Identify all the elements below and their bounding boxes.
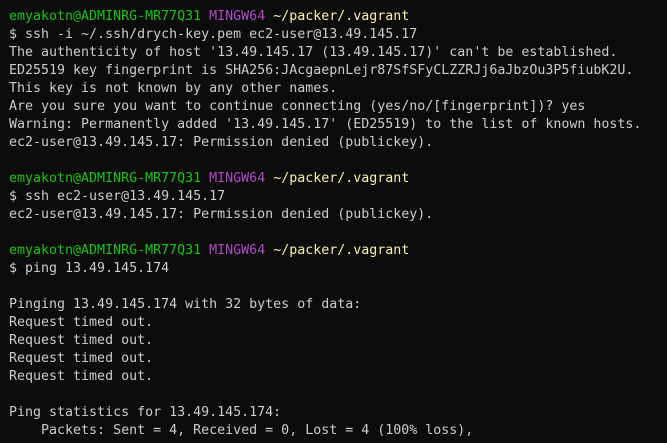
output-line: Request timed out. — [9, 368, 667, 386]
output-line: $ ssh -i ~/.ssh/drych-key.pem ec2-user@1… — [9, 26, 667, 44]
prompt-line: emyakotn@ADMINRG-MR77Q31 MINGW64 ~/packe… — [9, 170, 667, 188]
output-text: Request timed out. — [9, 351, 154, 366]
output-text: ec2-user@13.49.145.17: Permission denied… — [9, 135, 434, 150]
output-text: Are you sure you want to continue connec… — [9, 99, 586, 114]
output-text: Pinging 13.49.145.174 with 32 bytes of d… — [9, 297, 362, 312]
prompt-path: ~/packer/.vagrant — [273, 9, 410, 24]
output-text: Warning: Permanently added '13.49.145.17… — [9, 117, 642, 132]
output-text: Ping statistics for 13.49.145.174: — [9, 405, 282, 420]
output-line: ec2-user@13.49.145.17: Permission denied… — [9, 134, 667, 152]
output-line: Request timed out. — [9, 350, 667, 368]
output-line: Warning: Permanently added '13.49.145.17… — [9, 116, 667, 134]
output-text: Request timed out. — [9, 333, 154, 348]
output-text: ec2-user@13.49.145.17: Permission denied… — [9, 207, 434, 222]
output-text: The authenticity of host '13.49.145.17 (… — [9, 45, 618, 60]
prompt-env: MINGW64 — [209, 171, 266, 186]
prompt-user-host: emyakotn@ADMINRG-MR77Q31 — [9, 171, 202, 186]
output-text: Request timed out. — [9, 315, 154, 330]
output-line: ED25519 key fingerprint is SHA256:JAcgae… — [9, 62, 667, 80]
prompt-path: ~/packer/.vagrant — [273, 243, 410, 258]
output-text: ED25519 key fingerprint is SHA256:JAcgae… — [9, 63, 634, 78]
output-line: Request timed out. — [9, 332, 667, 350]
output-line: Pinging 13.49.145.174 with 32 bytes of d… — [9, 296, 667, 314]
output-line: Are you sure you want to continue connec… — [9, 98, 667, 116]
prompt-user-host: emyakotn@ADMINRG-MR77Q31 — [9, 9, 202, 24]
prompt-env: MINGW64 — [209, 243, 266, 258]
output-line: Packets: Sent = 4, Received = 0, Lost = … — [9, 422, 667, 440]
output-line: ec2-user@13.49.145.17: Permission denied… — [9, 206, 667, 224]
output-line: $ ssh ec2-user@13.49.145.17 — [9, 188, 667, 206]
prompt-line: emyakotn@ADMINRG-MR77Q31 MINGW64 ~/packe… — [9, 242, 667, 260]
prompt-env: MINGW64 — [209, 9, 266, 24]
output-text: Request timed out. — [9, 369, 154, 384]
output-text: This key is not known by any other names… — [9, 81, 338, 96]
terminal-window[interactable]: emyakotn@ADMINRG-MR77Q31 MINGW64 ~/packe… — [0, 0, 667, 443]
prompt-path: ~/packer/.vagrant — [273, 171, 410, 186]
output-text: $ ssh -i ~/.ssh/drych-key.pem ec2-user@1… — [9, 27, 418, 42]
output-text: $ ping 13.49.145.174 — [9, 261, 170, 276]
output-line: Ping statistics for 13.49.145.174: — [9, 404, 667, 422]
output-text: $ ssh ec2-user@13.49.145.17 — [9, 189, 226, 204]
output-line: $ ping 13.49.145.174 — [9, 260, 667, 278]
output-line: Request timed out. — [9, 314, 667, 332]
output-text: Packets: Sent = 4, Received = 0, Lost = … — [9, 423, 474, 438]
output-line: This key is not known by any other names… — [9, 80, 667, 98]
output-line: The authenticity of host '13.49.145.17 (… — [9, 44, 667, 62]
prompt-line: emyakotn@ADMINRG-MR77Q31 MINGW64 ~/packe… — [9, 8, 667, 26]
prompt-user-host: emyakotn@ADMINRG-MR77Q31 — [9, 243, 202, 258]
